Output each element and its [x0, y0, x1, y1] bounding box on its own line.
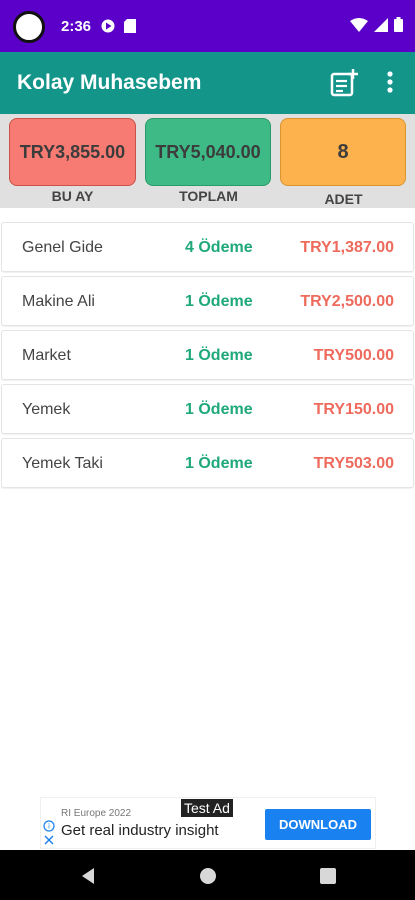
app-title: Kolay Muhasebem: [17, 71, 202, 94]
item-name: Market: [22, 347, 71, 364]
overall-total-card[interactable]: TRY5,040.00: [145, 118, 271, 186]
ad-test-label: Test Ad: [181, 799, 233, 817]
status-bar: 2:36: [0, 0, 415, 52]
recents-icon[interactable]: [318, 866, 338, 886]
item-amount: TRY1,387.00: [300, 239, 394, 256]
ad-download-button[interactable]: DOWNLOAD: [265, 809, 371, 840]
item-payments: 1 Ödeme: [185, 293, 253, 310]
home-icon[interactable]: [198, 866, 218, 886]
battery-icon: [394, 17, 403, 37]
item-amount: TRY150.00: [313, 401, 394, 418]
list-item[interactable]: Makine Ali 1 Ödeme TRY2,500.00: [1, 276, 414, 326]
count-label: ADET: [324, 191, 363, 207]
status-icons: [350, 17, 403, 37]
signal-icon: [374, 17, 388, 37]
list-item[interactable]: Genel Gide 4 Ödeme TRY1,387.00: [1, 222, 414, 272]
expense-list: Genel Gide 4 Ödeme TRY1,387.00 Makine Al…: [0, 222, 415, 492]
count-card[interactable]: 8: [280, 118, 406, 186]
item-payments: 1 Ödeme: [185, 401, 253, 418]
item-name: Makine Ali: [22, 293, 95, 310]
month-total-label: BU AY: [51, 188, 94, 204]
camera-cutout: [13, 11, 45, 43]
ad-banner[interactable]: RI Europe 2022 Test Ad i Get real indust…: [40, 797, 376, 849]
overall-total-label: TOPLAM: [179, 188, 238, 204]
item-amount: TRY500.00: [313, 347, 394, 364]
item-name: Yemek: [22, 401, 71, 418]
item-name: Yemek Taki: [22, 455, 103, 472]
sd-card-icon: [124, 19, 136, 38]
item-payments: 4 Ödeme: [185, 239, 253, 256]
wifi-icon: [350, 17, 368, 37]
ad-choices-icon[interactable]: i: [43, 820, 55, 846]
item-name: Genel Gide: [22, 239, 103, 256]
summary-panel: TRY3,855.00 TRY5,040.00 8 BU AY TOPLAM A…: [0, 114, 415, 208]
svg-text:i: i: [48, 823, 50, 831]
month-total-card[interactable]: TRY3,855.00: [9, 118, 136, 186]
google-play-icon: [101, 19, 115, 38]
add-note-icon[interactable]: [329, 68, 359, 98]
status-time: 2:36: [61, 18, 92, 35]
more-vert-icon[interactable]: [382, 70, 398, 96]
system-nav-bar: [0, 850, 415, 900]
app-bar: Kolay Muhasebem: [0, 52, 415, 114]
back-icon[interactable]: [78, 866, 98, 886]
list-item[interactable]: Yemek Taki 1 Ödeme TRY503.00: [1, 438, 414, 488]
ad-headline: Get real industry insight: [61, 822, 219, 839]
list-item[interactable]: Market 1 Ödeme TRY500.00: [1, 330, 414, 380]
item-amount: TRY2,500.00: [300, 293, 394, 310]
ad-sponsor: RI Europe 2022: [61, 808, 132, 819]
item-amount: TRY503.00: [313, 455, 394, 472]
item-payments: 1 Ödeme: [185, 347, 253, 364]
item-payments: 1 Ödeme: [185, 455, 253, 472]
list-item[interactable]: Yemek 1 Ödeme TRY150.00: [1, 384, 414, 434]
